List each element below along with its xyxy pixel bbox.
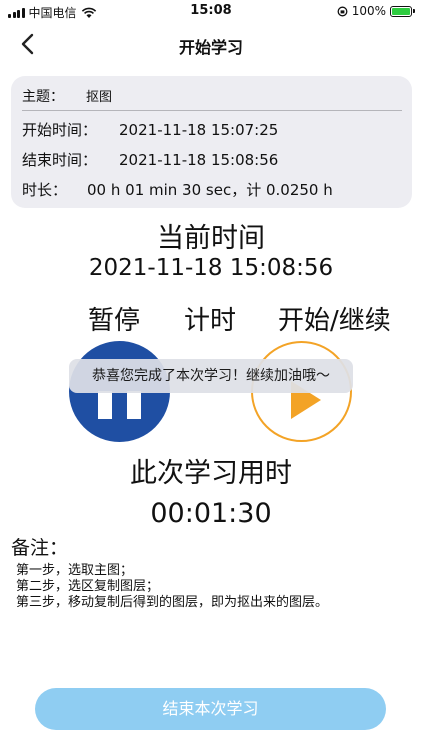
subject-label: 主题： [22,89,64,105]
timing-label: 计时 [184,306,237,336]
pause-label: 暂停 [88,306,141,336]
duration-label: 时长： [22,181,68,199]
notes-title: 备注： [11,537,69,559]
subject-value: 抠图 [86,90,113,105]
duration-value: 00 h 01 min 30 sec，计 0.0250 h [87,181,333,199]
study-duration-title: 此次学习用时 [130,458,292,489]
study-duration-value: 00:01:30 [150,498,272,529]
study-info-card: 主题： 抠图 开始时间： 2021-11-18 15:07:25 结束时间： 2021… [11,76,412,208]
battery-percent: 100% [351,4,386,18]
card-divider [22,110,402,111]
end-study-button[interactable]: 结束本次学习 [35,688,386,730]
pause-icon-bar [127,391,141,419]
pause-icon [98,391,112,419]
start-time-row: 开始时间： 2021-11-18 15:07:25 [22,119,278,140]
subject-row: 主题： 抠图 [22,86,112,106]
start-continue-label: 开始/继续 [278,306,391,336]
status-right: 100% [337,4,415,18]
end-time-label: 结束时间： [22,151,98,169]
navigation-bar: 开始学习 [0,26,422,62]
note-line: 第一步，选取主图； [16,563,134,578]
page-title: 开始学习 [178,38,243,57]
current-time-value: 2021-11-18 15:08:56 [88,255,334,281]
start-time-value: 2021-11-18 15:07:25 [119,121,279,139]
end-time-row: 结束时间： 2021-11-18 15:08:56 [22,149,278,170]
orientation-lock-icon [337,6,348,16]
note-line: 第二步，选区复制图层； [16,579,160,594]
notes-list: 第一步，选取主图； 第二步，选区复制图层； 第三步，移动复制后得到的图层，即为抠… [16,563,328,611]
end-time-value: 2021-11-18 15:08:56 [119,151,279,169]
duration-row: 时长： 00 h 01 min 30 sec，计 0.0250 h [22,179,333,200]
battery-charging-icon [390,5,415,17]
start-time-label: 开始时间： [22,121,98,139]
current-time-title: 当前时间 [157,223,265,254]
status-bar: 中国电信 15:08 100% [0,0,422,24]
congrats-toast: 恭喜您完成了本次学习！继续加油哦～ [69,359,353,393]
note-line: 第三步，移动复制后得到的图层，即为抠出来的图层。 [16,595,329,610]
